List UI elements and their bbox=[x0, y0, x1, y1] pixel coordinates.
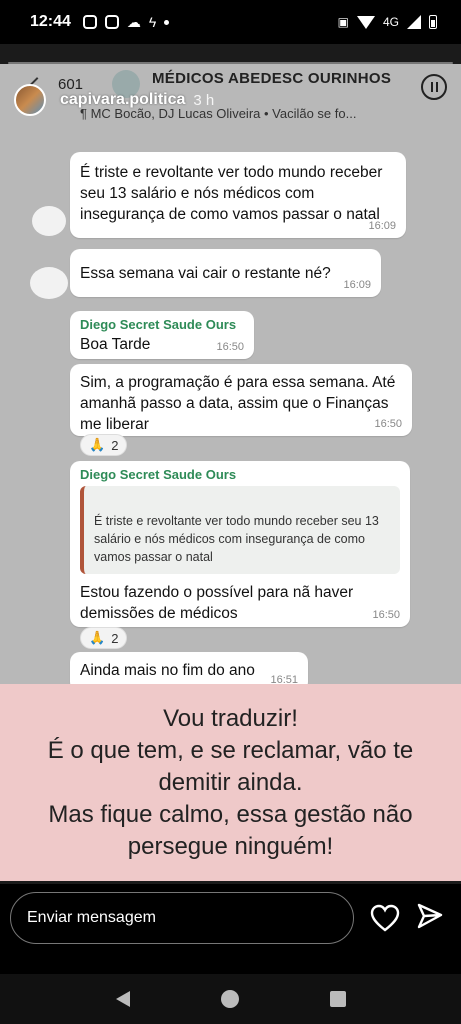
story-caption: Vou traduzir! É o que tem, e se reclamar… bbox=[0, 684, 461, 881]
more-notifications-icon bbox=[164, 19, 170, 25]
status-time: 12:44 bbox=[30, 13, 71, 30]
pray-emoji-icon: 🙏 bbox=[89, 437, 106, 452]
signal-icon bbox=[407, 15, 421, 29]
message-text: Sim, a programação é para essa semana. A… bbox=[80, 374, 396, 433]
notification-icons: ☁ ϟ bbox=[82, 13, 170, 31]
blurred-avatar bbox=[32, 206, 66, 236]
message-time: 16:09 bbox=[343, 279, 371, 291]
story-timestamp: 3 h bbox=[193, 91, 215, 109]
reaction-count: 2 bbox=[111, 630, 119, 646]
story-username[interactable]: capivara.politica bbox=[60, 91, 185, 109]
system-icons: ▣ 4G bbox=[338, 15, 437, 29]
app-icon: ☁ bbox=[126, 13, 141, 30]
message-input[interactable]: Enviar mensagem bbox=[10, 892, 354, 944]
caption-text: Vou traduzir! É o que tem, e se reclamar… bbox=[47, 704, 414, 860]
message-bubble: Diego Secret Saude Ours Boa Tarde 16:50 bbox=[70, 311, 254, 359]
quoted-message: É triste e revoltante ver todo mundo rec… bbox=[80, 486, 400, 574]
message-bubble: Diego Secret Saude Ours É triste e revol… bbox=[70, 461, 410, 627]
story-avatar[interactable] bbox=[14, 84, 46, 116]
app-icon: ϟ bbox=[148, 14, 157, 30]
pray-emoji-icon: 🙏 bbox=[89, 630, 106, 645]
navigation-bar bbox=[0, 974, 461, 1024]
message-sender: Diego Secret Saude Ours bbox=[80, 317, 237, 332]
status-bar: 12:44 ☁ ϟ ▣ 4G bbox=[0, 0, 461, 44]
wifi-icon bbox=[356, 15, 375, 29]
nav-back-icon[interactable] bbox=[115, 991, 130, 1007]
nav-recents-icon[interactable] bbox=[329, 991, 346, 1007]
message-bubble: Essa semana vai cair o restante né? 16:0… bbox=[70, 249, 381, 297]
instagram-icon bbox=[82, 15, 97, 29]
blurred-avatar bbox=[30, 267, 68, 299]
story-options-icon[interactable] bbox=[421, 74, 447, 100]
chat-screenshot: 601 MÉDICOS ABEDESC OURINHOS ¶ MC Bocão,… bbox=[0, 64, 461, 704]
send-icon[interactable] bbox=[416, 902, 444, 930]
message-text: Estou fazendo o possível para nã haver d… bbox=[80, 584, 354, 622]
message-bubble: É triste e revoltante ver todo mundo rec… bbox=[70, 152, 406, 238]
message-time: 16:09 bbox=[368, 220, 396, 232]
story-header[interactable]: capivara.politica 3 h bbox=[14, 80, 214, 120]
message-text: Ainda mais no fim do ano bbox=[80, 662, 255, 679]
reaction-count: 2 bbox=[111, 437, 119, 453]
message-sender: Diego Secret Saude Ours bbox=[80, 467, 237, 482]
heart-icon[interactable] bbox=[370, 904, 400, 932]
message-text: Essa semana vai cair o restante né? bbox=[80, 265, 331, 282]
message-reaction[interactable]: 🙏 2 bbox=[80, 627, 128, 649]
nav-home-icon[interactable] bbox=[220, 990, 239, 1008]
message-text: É triste e revoltante ver todo mundo rec… bbox=[80, 164, 383, 223]
message-time: 16:50 bbox=[216, 341, 244, 353]
message-time: 16:50 bbox=[372, 609, 400, 621]
message-time: 16:50 bbox=[374, 418, 402, 430]
story-viewer[interactable]: 601 MÉDICOS ABEDESC OURINHOS ¶ MC Bocão,… bbox=[0, 44, 461, 884]
message-bubble: Sim, a programação é para essa semana. A… bbox=[70, 364, 412, 436]
network-label: 4G bbox=[382, 15, 399, 29]
volte-icon: ▣ bbox=[337, 15, 349, 29]
battery-icon bbox=[429, 15, 437, 29]
instagram-icon bbox=[104, 15, 119, 29]
message-reaction[interactable]: 🙏 2 bbox=[80, 434, 128, 456]
reply-bar: Enviar mensagem bbox=[0, 884, 461, 974]
